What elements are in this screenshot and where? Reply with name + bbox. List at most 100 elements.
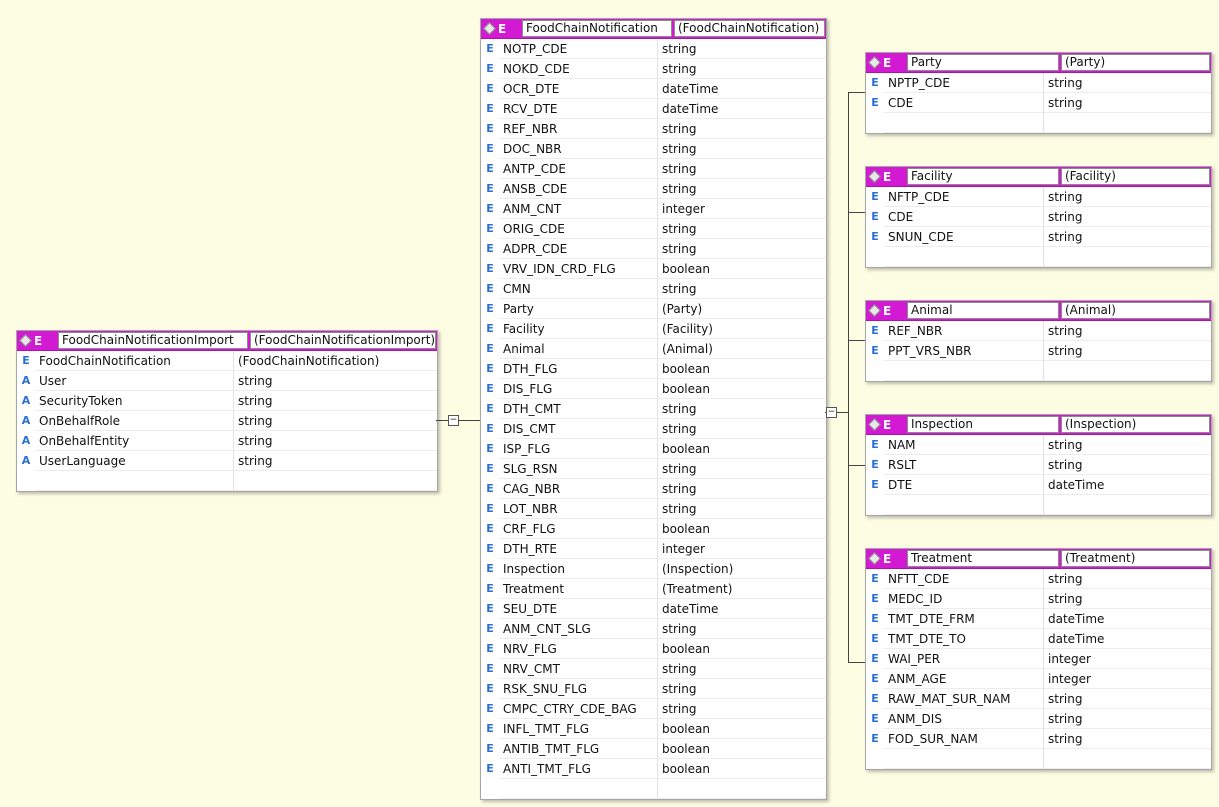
table-inspection[interactable]: E Inspection (Inspection) E NAM string E RSL…	[865, 414, 1212, 516]
table-row[interactable]: E RCV_DTE dateTime	[481, 99, 826, 119]
table-row[interactable]: E NFTP_CDE string	[866, 187, 1211, 207]
table-type: (Party)	[1061, 54, 1210, 71]
table-row[interactable]: E DTH_CMT string	[481, 399, 826, 419]
table-row[interactable]: E CDE string	[866, 207, 1211, 227]
element-icon: E	[486, 262, 494, 275]
table-row[interactable]: E ANM_DIS string	[866, 709, 1211, 729]
table-treatment[interactable]: E Treatment (Treatment) E NFTT_CDE string E…	[865, 548, 1212, 770]
table-row[interactable]: E NFTT_CDE string	[866, 569, 1211, 589]
table-header[interactable]: E FoodChainNotificationImport (FoodChain…	[17, 331, 437, 351]
table-row[interactable]: E ORIG_CDE string	[481, 219, 826, 239]
table-row[interactable]: E DOC_NBR string	[481, 139, 826, 159]
table-row[interactable]: E RSLT string	[866, 455, 1211, 475]
table-row[interactable]: E LOT_NBR string	[481, 499, 826, 519]
table-row[interactable]: A SecurityToken string	[17, 391, 437, 411]
table-header[interactable]: E Party (Party)	[866, 53, 1211, 73]
table-row[interactable]: E NAM string	[866, 435, 1211, 455]
table-row[interactable]: E NPTP_CDE string	[866, 73, 1211, 93]
table-row[interactable]: E CRF_FLG boolean	[481, 519, 826, 539]
table-row[interactable]: E ANM_AGE integer	[866, 669, 1211, 689]
table-facility[interactable]: E Facility (Facility) E NFTP_CDE string E CD…	[865, 166, 1212, 268]
row-name: SNUN_CDE	[884, 227, 1044, 247]
table-row[interactable]: E ANTIB_TMT_FLG boolean	[481, 739, 826, 759]
table-row[interactable]: E ANTI_TMT_FLG boolean	[481, 759, 826, 779]
table-row[interactable]: E REF_NBR string	[866, 321, 1211, 341]
row-name: SLG_RSN	[499, 459, 658, 479]
table-type: (Inspection)	[1061, 416, 1210, 433]
table-row[interactable]: A User string	[17, 371, 437, 391]
table-row[interactable]: E NOTP_CDE string	[481, 39, 826, 59]
row-type: string	[1044, 729, 1211, 749]
row-name: TMT_DTE_TO	[884, 629, 1044, 649]
table-row[interactable]: E Facility (Facility)	[481, 319, 826, 339]
row-type: string	[658, 659, 826, 679]
connector-line	[848, 465, 865, 466]
table-row[interactable]: E ADPR_CDE string	[481, 239, 826, 259]
table-row[interactable]: E TMT_DTE_TO dateTime	[866, 629, 1211, 649]
element-icon: E	[486, 542, 494, 555]
table-row[interactable]: E REF_NBR string	[481, 119, 826, 139]
table-row[interactable]: E Animal (Animal)	[481, 339, 826, 359]
table-row[interactable]: E ANTP_CDE string	[481, 159, 826, 179]
table-row[interactable]: E Party (Party)	[481, 299, 826, 319]
element-icon: E	[22, 354, 30, 367]
table-row[interactable]: E ANM_CNT integer	[481, 199, 826, 219]
table-row[interactable]: E SLG_RSN string	[481, 459, 826, 479]
table-row[interactable]: E RSK_SNU_FLG string	[481, 679, 826, 699]
table-row[interactable]: E MEDC_ID string	[866, 589, 1211, 609]
table-animal[interactable]: E Animal (Animal) E REF_NBR string E PPT_VRS…	[865, 300, 1212, 382]
table-header[interactable]: E Treatment (Treatment)	[866, 549, 1211, 569]
row-type: boolean	[658, 439, 826, 459]
table-row[interactable]: E Treatment (Treatment)	[481, 579, 826, 599]
table-row[interactable]: E PPT_VRS_NBR string	[866, 341, 1211, 361]
table-row[interactable]: E NOKD_CDE string	[481, 59, 826, 79]
table-row[interactable]: A UserLanguage string	[17, 451, 437, 471]
table-row[interactable]: E DIS_CMT string	[481, 419, 826, 439]
element-icon: E	[486, 482, 494, 495]
table-foodchainnotification[interactable]: E FoodChainNotification (FoodChainNotifi…	[480, 18, 827, 800]
table-row[interactable]: E DTH_RTE integer	[481, 539, 826, 559]
table-header[interactable]: E FoodChainNotification (FoodChainNotifi…	[481, 19, 826, 39]
table-row[interactable]: E Inspection (Inspection)	[481, 559, 826, 579]
table-row[interactable]: E CAG_NBR string	[481, 479, 826, 499]
table-row[interactable]: E RAW_MAT_SUR_NAM string	[866, 689, 1211, 709]
row-name: INFL_TMT_FLG	[499, 719, 658, 739]
element-diamond-icon	[868, 304, 881, 317]
table-row[interactable]: E DTE dateTime	[866, 475, 1211, 495]
element-icon: E	[486, 602, 494, 615]
element-icon: E	[871, 324, 879, 337]
table-row[interactable]: E SNUN_CDE string	[866, 227, 1211, 247]
row-type: dateTime	[658, 99, 826, 119]
table-row[interactable]: E INFL_TMT_FLG boolean	[481, 719, 826, 739]
table-row[interactable]: E OCR_DTE dateTime	[481, 79, 826, 99]
element-icon: E	[486, 62, 494, 75]
table-row[interactable]: E CMN string	[481, 279, 826, 299]
table-header[interactable]: E Inspection (Inspection)	[866, 415, 1211, 435]
table-row[interactable]: E FoodChainNotification (FoodChainNotifica…	[17, 351, 437, 371]
table-row[interactable]: A OnBehalfRole string	[17, 411, 437, 431]
element-icon: E	[486, 442, 494, 455]
table-row[interactable]: E VRV_IDN_CRD_FLG boolean	[481, 259, 826, 279]
row-type: dateTime	[1044, 475, 1211, 495]
table-foodchainnotificationimport[interactable]: E FoodChainNotificationImport (FoodChain…	[16, 330, 438, 492]
table-row[interactable]: E NRV_CMT string	[481, 659, 826, 679]
table-row[interactable]: E WAI_PER integer	[866, 649, 1211, 669]
table-row[interactable]: E DTH_FLG boolean	[481, 359, 826, 379]
table-row[interactable]: E FOD_SUR_NAM string	[866, 729, 1211, 749]
table-row[interactable]: E NRV_FLG boolean	[481, 639, 826, 659]
table-header[interactable]: E Facility (Facility)	[866, 167, 1211, 187]
table-row[interactable]: E CDE string	[866, 93, 1211, 113]
table-row[interactable]: E ANSB_CDE string	[481, 179, 826, 199]
row-type: string	[1044, 207, 1211, 227]
table-row[interactable]: A OnBehalfEntity string	[17, 431, 437, 451]
table-row[interactable]: E ANM_CNT_SLG string	[481, 619, 826, 639]
table-row[interactable]: E SEU_DTE dateTime	[481, 599, 826, 619]
table-row[interactable]: E ISP_FLG boolean	[481, 439, 826, 459]
table-header[interactable]: E Animal (Animal)	[866, 301, 1211, 321]
table-row[interactable]: E DIS_FLG boolean	[481, 379, 826, 399]
row-type: boolean	[658, 519, 826, 539]
table-party[interactable]: E Party (Party) E NPTP_CDE string E CDE strin…	[865, 52, 1212, 134]
table-row[interactable]: E TMT_DTE_FRM dateTime	[866, 609, 1211, 629]
table-row[interactable]: E CMPC_CTRY_CDE_BAG string	[481, 699, 826, 719]
collapse-icon[interactable]: −	[826, 407, 837, 418]
